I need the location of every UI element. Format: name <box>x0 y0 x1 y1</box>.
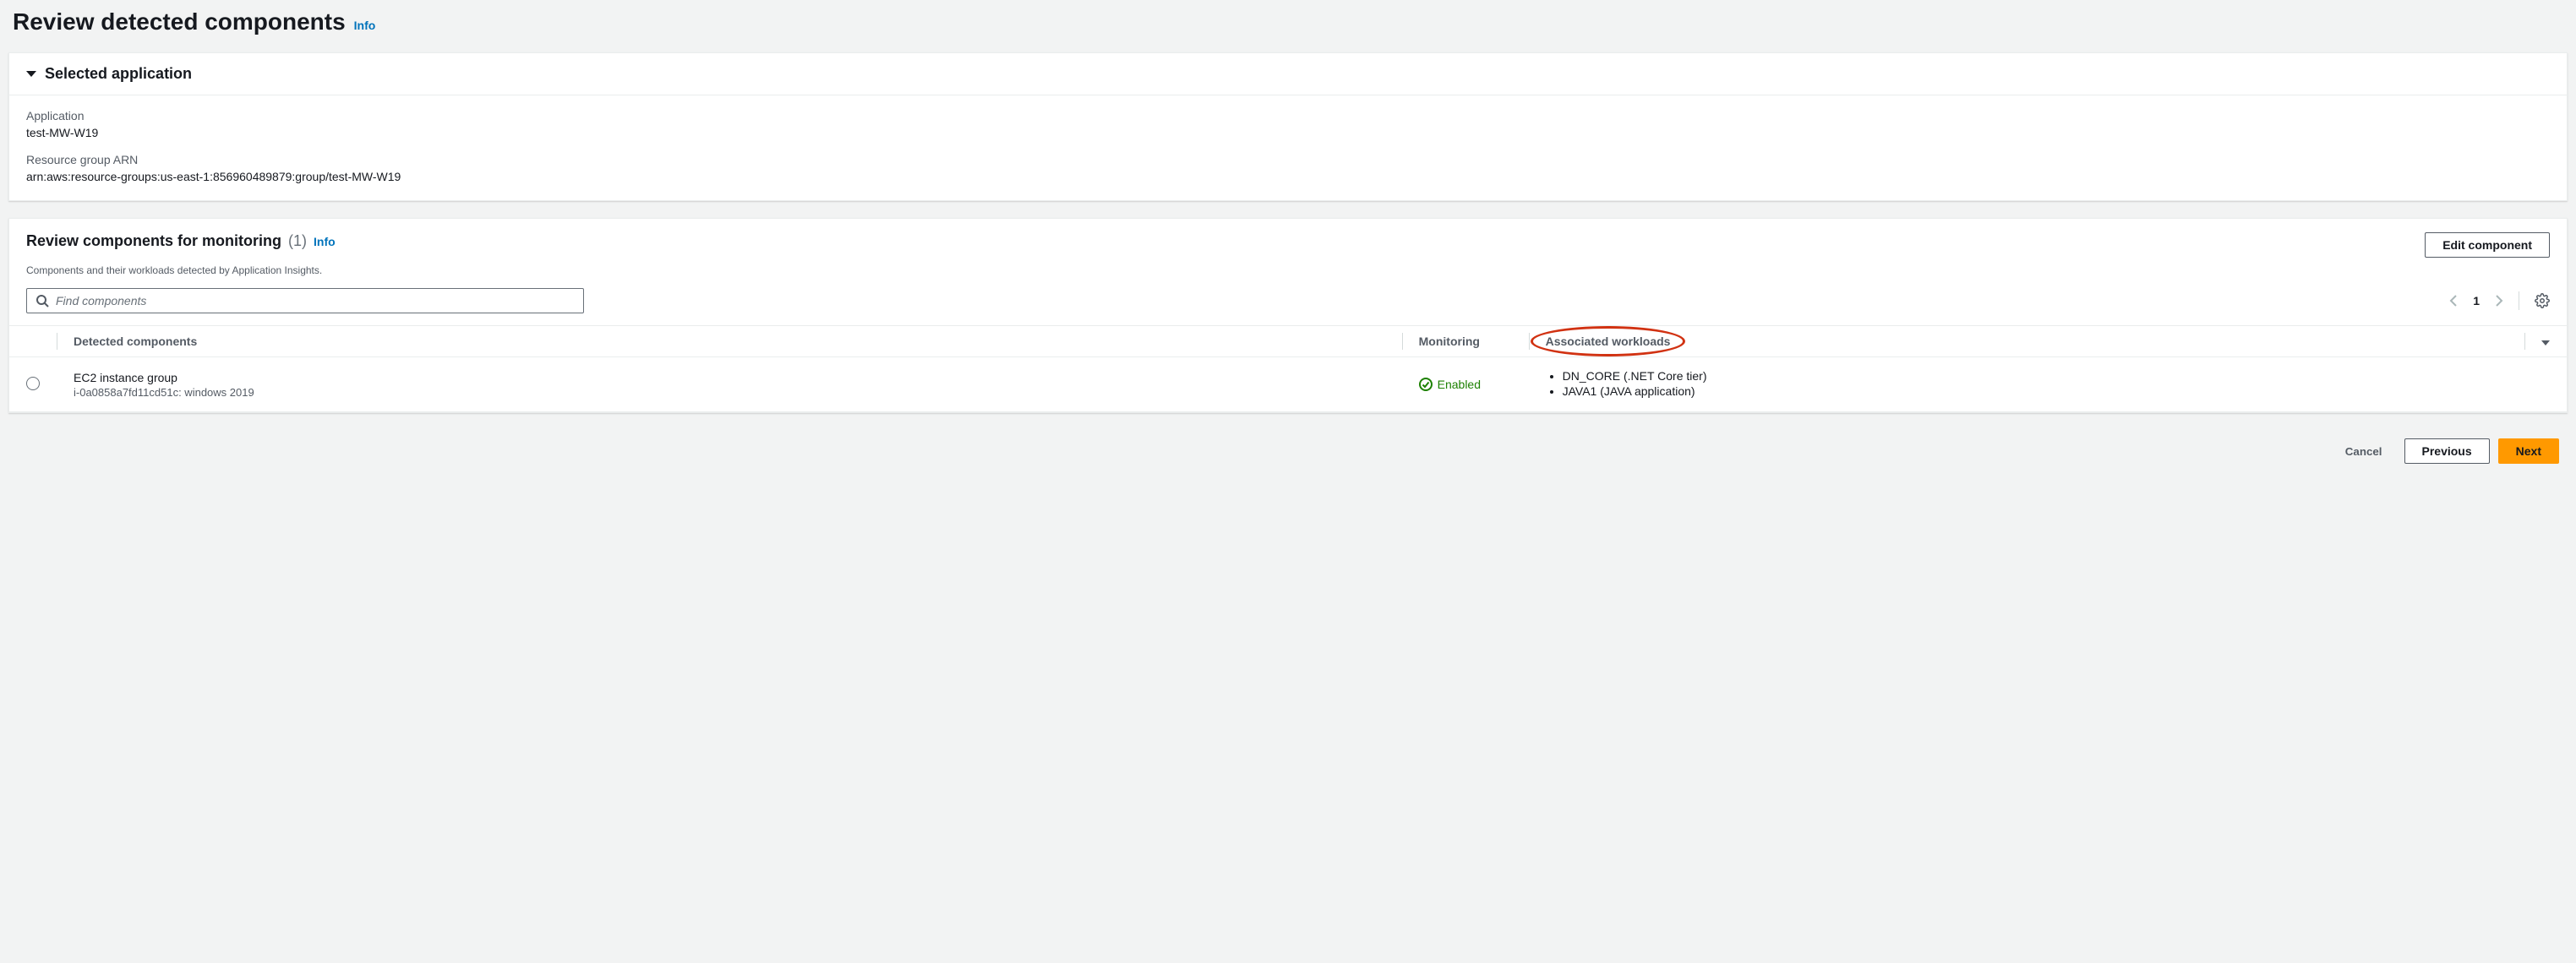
column-monitoring[interactable]: Monitoring <box>1402 326 1529 357</box>
sort-icon <box>2541 340 2550 345</box>
search-wrapper[interactable] <box>26 288 584 313</box>
review-count: (1) <box>288 232 307 250</box>
next-page-button[interactable] <box>2495 294 2503 307</box>
column-associated-workloads[interactable]: Associated workloads <box>1529 326 2524 357</box>
settings-button[interactable] <box>2535 293 2550 308</box>
caret-down-icon <box>26 71 36 77</box>
components-table: Detected components Monitoring Associate… <box>9 325 2567 412</box>
page-header: Review detected components Info <box>8 8 2568 35</box>
gear-icon <box>2535 293 2550 308</box>
workload-item: DN_CORE (.NET Core tier) <box>1563 369 2550 383</box>
row-radio[interactable] <box>26 377 40 390</box>
page-number: 1 <box>2473 294 2480 307</box>
component-sub: i-0a0858a7fd11cd51c: windows 2019 <box>74 386 1385 399</box>
monitoring-status: Enabled <box>1419 378 1512 391</box>
info-link[interactable]: Info <box>354 19 376 32</box>
edit-component-button[interactable]: Edit component <box>2425 232 2550 258</box>
review-info-link[interactable]: Info <box>314 235 336 248</box>
application-label: Application <box>26 109 2550 122</box>
previous-button[interactable]: Previous <box>2404 438 2490 464</box>
next-button[interactable]: Next <box>2498 438 2559 464</box>
prev-page-button[interactable] <box>2449 294 2458 307</box>
column-sort[interactable] <box>2524 326 2567 357</box>
resource-group-arn-value: arn:aws:resource-groups:us-east-1:856960… <box>26 170 2550 183</box>
check-circle-icon <box>1419 378 1433 391</box>
chevron-right-icon <box>2495 294 2503 307</box>
chevron-left-icon <box>2449 294 2458 307</box>
cancel-button[interactable]: Cancel <box>2332 440 2396 463</box>
search-icon <box>35 294 49 307</box>
application-value: test-MW-W19 <box>26 126 2550 139</box>
panel-header-toggle[interactable]: Selected application <box>9 53 2567 95</box>
selected-application-title: Selected application <box>45 65 192 83</box>
resource-group-arn-label: Resource group ARN <box>26 153 2550 166</box>
search-input[interactable] <box>56 294 575 307</box>
footer-actions: Cancel Previous Next <box>8 430 2568 464</box>
selected-application-panel: Selected application Application test-MW… <box>8 52 2568 201</box>
column-detected-components[interactable]: Detected components <box>57 326 1402 357</box>
column-select <box>9 326 57 357</box>
review-components-panel: Review components for monitoring (1) Inf… <box>8 218 2568 413</box>
component-name: EC2 instance group <box>74 371 1385 384</box>
review-title: Review components for monitoring <box>26 232 281 250</box>
workload-item: JAVA1 (JAVA application) <box>1563 384 2550 398</box>
review-description: Components and their workloads detected … <box>9 264 2567 288</box>
workloads-list: DN_CORE (.NET Core tier) JAVA1 (JAVA app… <box>1546 369 2550 398</box>
table-row: EC2 instance group i-0a0858a7fd11cd51c: … <box>9 357 2567 412</box>
page-title: Review detected components <box>13 8 346 35</box>
